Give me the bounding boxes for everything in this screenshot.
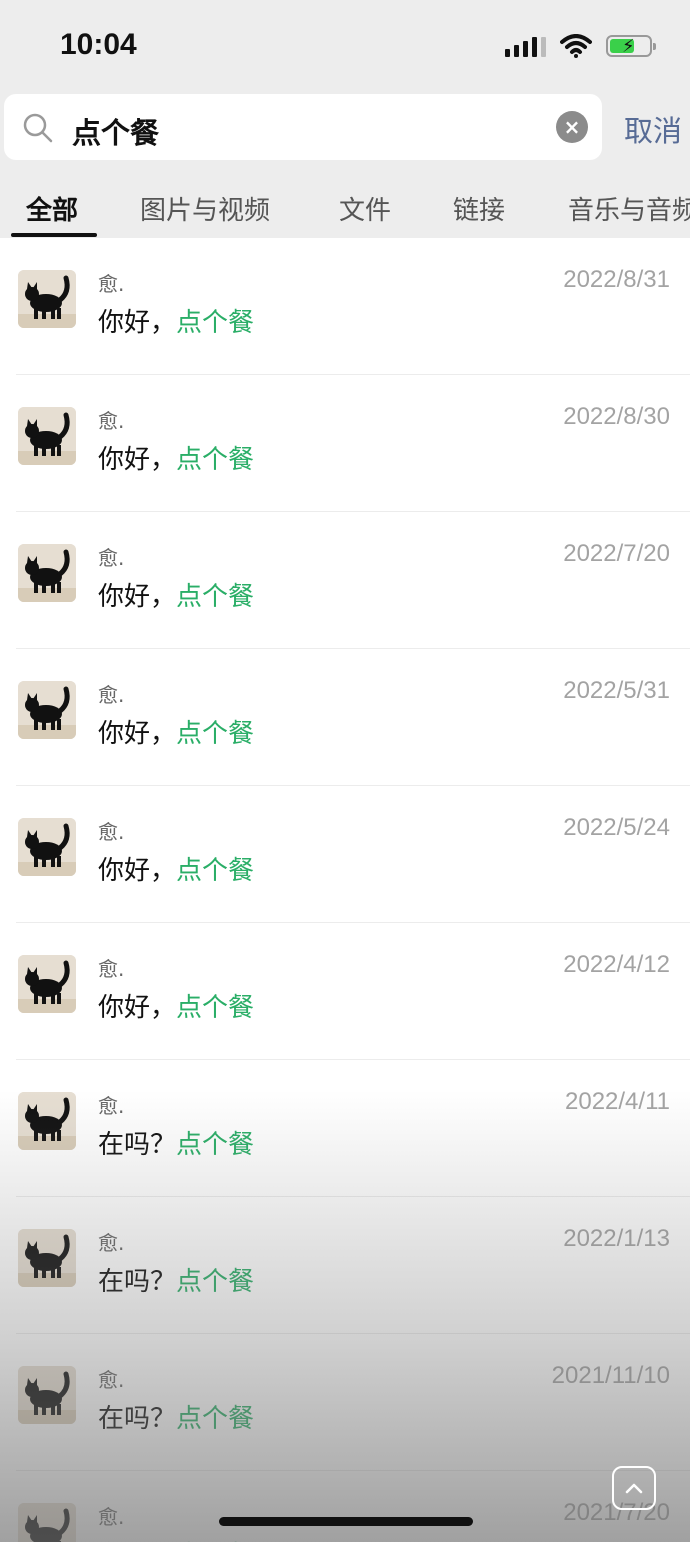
- result-item[interactable]: 愈. 2022/4/11 在吗？点个餐: [0, 1060, 690, 1197]
- snippet-match: 点个餐: [176, 993, 255, 1023]
- avatar[interactable]: [18, 407, 76, 465]
- message-date: 2022/5/24: [563, 814, 670, 841]
- snippet-match: 点个餐: [176, 856, 255, 886]
- snippet-prefix: 在吗？: [98, 1267, 177, 1297]
- scroll-to-top-button[interactable]: [612, 1466, 656, 1510]
- chevron-up-icon: [625, 1483, 643, 1494]
- result-item[interactable]: 愈. 2022/5/24 你好，点个餐: [0, 786, 690, 923]
- message-snippet: 你好，点个餐: [98, 302, 254, 339]
- search-results-list: 愈. 2022/8/31 你好，点个餐 愈. 2022/8/30 你好，点个餐 愈. 2022…: [0, 238, 690, 1542]
- search-icon: [23, 113, 53, 143]
- snippet-prefix: 你好，: [98, 856, 177, 886]
- result-item[interactable]: 愈. 2021/11/10 在吗？点个餐: [0, 1334, 690, 1471]
- active-tab-indicator: [11, 233, 97, 237]
- snippet-prefix: 你好，: [98, 445, 177, 475]
- message-date: 2022/7/20: [563, 540, 670, 567]
- message-date: 2022/5/31: [563, 677, 670, 704]
- snippet-prefix: 你好，: [98, 308, 177, 338]
- result-item[interactable]: 愈. 2022/4/12 你好，点个餐: [0, 923, 690, 1060]
- result-item[interactable]: 愈. 2022/8/30 你好，点个餐: [0, 375, 690, 512]
- tab-files[interactable]: 文件: [339, 190, 391, 227]
- result-item[interactable]: 愈. 2022/1/13 在吗？点个餐: [0, 1197, 690, 1334]
- status-time: 10:04: [60, 28, 137, 61]
- search-row: 点个餐 × 取消: [0, 92, 690, 166]
- message-snippet: 在吗？点个餐: [98, 1124, 254, 1161]
- message-date: 2022/4/12: [563, 951, 670, 978]
- cancel-button[interactable]: 取消: [624, 108, 682, 150]
- snippet-prefix: 你好，: [98, 993, 177, 1023]
- tab-music-audio[interactable]: 音乐与音频: [568, 190, 690, 227]
- message-snippet: 你好，点个餐: [98, 713, 254, 750]
- snippet-match: 点个餐: [176, 1130, 255, 1160]
- sender-name: 愈.: [98, 272, 125, 296]
- message-snippet: 你好，点个餐: [98, 850, 254, 887]
- sender-name: 愈.: [98, 1368, 125, 1392]
- sender-name: 愈.: [98, 546, 125, 570]
- message-snippet: 你好，点个餐: [98, 576, 254, 613]
- battery-charging-icon: ⚡: [606, 35, 656, 57]
- avatar[interactable]: [18, 1503, 76, 1542]
- tab-images-videos[interactable]: 图片与视频: [140, 190, 270, 227]
- avatar[interactable]: [18, 1366, 76, 1424]
- sender-name: 愈.: [98, 1505, 125, 1529]
- clear-icon[interactable]: ×: [556, 111, 588, 143]
- snippet-prefix: 你好，: [98, 719, 177, 749]
- snippet-match: 点个餐: [176, 1404, 255, 1434]
- avatar[interactable]: [18, 681, 76, 739]
- message-date: 2022/8/30: [563, 403, 670, 430]
- message-date: 2021/11/10: [551, 1362, 670, 1389]
- tab-links[interactable]: 链接: [453, 190, 505, 227]
- app: 10:04 ⚡ 点个餐 × 取消 全部 图片与视频 文件 链接 音乐与音频 愈.…: [0, 0, 690, 1542]
- wifi-icon: [560, 34, 592, 58]
- sender-name: 愈.: [98, 683, 125, 707]
- snippet-match: 点个餐: [176, 1267, 255, 1297]
- home-indicator: [219, 1517, 473, 1526]
- search-input[interactable]: 点个餐 ×: [4, 94, 602, 160]
- result-item[interactable]: 愈. 2022/5/31 你好，点个餐: [0, 649, 690, 786]
- status-icons: ⚡: [505, 34, 656, 58]
- avatar[interactable]: [18, 1092, 76, 1150]
- message-snippet: 在吗？点个餐: [98, 1398, 254, 1435]
- sender-name: 愈.: [98, 1231, 125, 1255]
- message-snippet: 你好，点个餐: [98, 987, 254, 1024]
- sender-name: 愈.: [98, 820, 125, 844]
- sender-name: 愈.: [98, 409, 125, 433]
- message-snippet: 在吗？点个餐: [98, 1535, 254, 1542]
- cellular-signal-icon: [505, 35, 546, 57]
- avatar[interactable]: [18, 955, 76, 1013]
- snippet-match: 点个餐: [176, 308, 255, 338]
- message-snippet: 你好，点个餐: [98, 439, 254, 476]
- snippet-prefix: 在吗？: [98, 1130, 177, 1160]
- avatar[interactable]: [18, 818, 76, 876]
- sender-name: 愈.: [98, 957, 125, 981]
- message-date: 2022/4/11: [565, 1088, 670, 1115]
- avatar[interactable]: [18, 1229, 76, 1287]
- snippet-match: 点个餐: [176, 582, 255, 612]
- filter-tabs: 全部 图片与视频 文件 链接 音乐与音频: [0, 166, 690, 238]
- avatar[interactable]: [18, 544, 76, 602]
- message-date: 2022/1/13: [563, 1225, 670, 1252]
- snippet-prefix: 你好，: [98, 582, 177, 612]
- snippet-match: 点个餐: [176, 445, 255, 475]
- tab-all[interactable]: 全部: [26, 190, 78, 227]
- search-query[interactable]: 点个餐: [72, 110, 159, 152]
- result-item[interactable]: 愈. 2022/8/31 你好，点个餐: [0, 238, 690, 375]
- snippet-match: 点个餐: [176, 719, 255, 749]
- message-date: 2022/8/31: [563, 266, 670, 293]
- avatar[interactable]: [18, 270, 76, 328]
- snippet-prefix: 在吗？: [98, 1404, 177, 1434]
- message-snippet: 在吗？点个餐: [98, 1261, 254, 1298]
- result-item[interactable]: 愈.2021/7/20在吗？点个餐: [0, 1471, 690, 1542]
- result-item[interactable]: 愈. 2022/7/20 你好，点个餐: [0, 512, 690, 649]
- status-bar: 10:04 ⚡: [0, 0, 690, 92]
- sender-name: 愈.: [98, 1094, 125, 1118]
